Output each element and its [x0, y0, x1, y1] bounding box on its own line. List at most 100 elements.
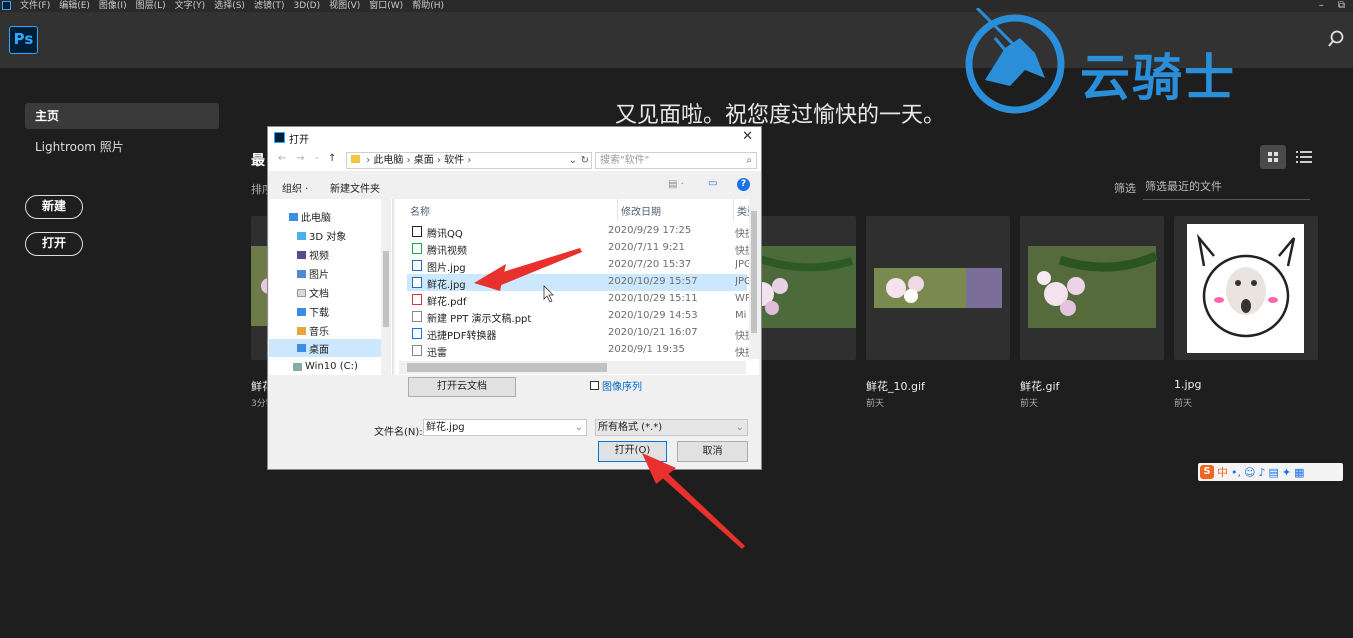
nav-item-music[interactable]: 音乐 — [297, 323, 329, 338]
new-folder-button[interactable]: 新建文件夹 — [330, 180, 380, 195]
search-icon[interactable] — [1327, 30, 1345, 48]
open-file-dialog: 打开 ✕ ← → ⌄ ↑ › 此电脑 › 桌面 › 软件 › ⌄ ↻ 搜索"软件… — [267, 126, 762, 470]
view-options-icon[interactable]: ▤ · — [668, 179, 684, 190]
breadcrumb-item[interactable]: 桌面 — [414, 155, 434, 166]
menu-item[interactable]: 编辑(E) — [59, 0, 90, 12]
refresh-icon[interactable]: ↻ — [581, 153, 589, 168]
menu-item[interactable]: 滤镜(T) — [254, 0, 285, 12]
help-icon[interactable]: ? — [737, 178, 750, 191]
skin-icon[interactable]: ✦ — [1282, 466, 1291, 479]
file-row[interactable]: 鲜花.pdf 2020/10/29 15:11 WP — [407, 291, 749, 308]
menu-item[interactable]: 图层(L) — [136, 0, 166, 12]
nav-item-downloads[interactable]: 下载 — [297, 304, 329, 319]
video-folder-icon — [297, 250, 306, 259]
dialog-cancel-button[interactable]: 取消 — [677, 441, 748, 462]
ime-mode-label[interactable]: 中 — [1217, 464, 1228, 480]
menu-item[interactable]: 图像(I) — [99, 0, 127, 12]
breadcrumb[interactable]: › 此电脑 › 桌面 › 软件 › ⌄ ↻ — [346, 152, 592, 169]
sidebar-item-lightroom[interactable]: Lightroom 照片 — [35, 138, 124, 155]
emoji-icon[interactable]: ☺ — [1244, 466, 1255, 479]
file-row[interactable]: 腾讯QQ 2020/9/29 17:25 快捷 — [407, 223, 749, 240]
up-arrow-icon[interactable]: ↑ — [328, 153, 336, 164]
close-icon[interactable]: ✕ — [742, 129, 753, 144]
filter-input[interactable]: 筛选最近的文件 — [1143, 177, 1310, 200]
chevron-down-icon[interactable]: ⌄ — [569, 153, 577, 168]
column-header-type[interactable]: 类型 — [737, 203, 749, 218]
thumb-name: 1.jpg — [1174, 378, 1202, 391]
file-scroll-thumb[interactable] — [751, 211, 757, 333]
ime-punct-icon[interactable]: •, — [1231, 466, 1241, 479]
drive-icon — [293, 362, 302, 371]
file-name: 迅雷 — [427, 348, 447, 359]
file-type: 快捷 — [735, 229, 749, 240]
menu-item[interactable]: 视图(V) — [329, 0, 360, 12]
organize-menu[interactable]: 组织 · — [282, 180, 308, 195]
menu-item[interactable]: 文字(Y) — [175, 0, 206, 12]
restore-button[interactable]: ⧉ — [1338, 0, 1345, 12]
nav-item-this-pc[interactable]: 此电脑 — [289, 209, 331, 224]
image-sequence-option[interactable]: 图像序列 — [590, 378, 642, 393]
menu-item[interactable]: 3D(D) — [293, 0, 320, 12]
keyboard-icon[interactable]: ▤ — [1269, 466, 1279, 479]
forward-arrow-icon[interactable]: → — [296, 153, 304, 164]
chevron-down-icon[interactable]: ⌄ — [575, 420, 583, 435]
nav-scrollbar[interactable] — [381, 199, 391, 375]
chevron-down-icon: ⌄ — [735, 422, 744, 433]
column-header-name[interactable]: 名称 — [410, 203, 430, 218]
sidebar-item-home[interactable]: 主页 — [25, 103, 219, 129]
history-chevron-icon[interactable]: ⌄ — [314, 153, 320, 161]
recent-file-thumb[interactable] — [1174, 216, 1318, 360]
nav-item-desktop[interactable]: 桌面 — [269, 339, 381, 357]
filename-label: 文件名(N): — [374, 427, 423, 438]
tools-icon[interactable]: ▦ — [1294, 466, 1304, 479]
column-header-date[interactable]: 修改日期 — [621, 203, 661, 218]
search-input[interactable]: 搜索"软件" ⌕ — [595, 152, 757, 169]
nav-item-3d-objects[interactable]: 3D 对象 — [297, 228, 346, 243]
nav-label: 音乐 — [309, 327, 329, 338]
open-cloud-docs-button[interactable]: 打开云文档 — [408, 377, 516, 397]
nav-scroll-thumb[interactable] — [383, 251, 389, 327]
open-button[interactable]: 打开 — [25, 232, 83, 256]
nav-item-documents[interactable]: 文档 — [297, 285, 329, 300]
image-sequence-checkbox[interactable] — [590, 381, 599, 390]
ime-toolbar[interactable]: S 中 •, ☺ ♪ ▤ ✦ ▦ — [1198, 463, 1343, 481]
file-row[interactable]: 鲜花.jpg 2020/10/29 15:57 JPG — [407, 274, 749, 291]
mic-icon[interactable]: ♪ — [1258, 466, 1265, 479]
breadcrumb-item[interactable]: 软件 — [444, 155, 464, 166]
ppt-file-icon — [412, 311, 422, 322]
breadcrumb-item[interactable]: 此电脑 — [373, 155, 403, 166]
horizontal-scroll-thumb[interactable] — [407, 363, 607, 372]
menu-item[interactable]: 文件(F) — [20, 0, 50, 12]
file-scrollbar[interactable] — [749, 199, 759, 359]
horizontal-scrollbar[interactable] — [399, 361, 746, 374]
dialog-open-button[interactable]: 打开(O) — [598, 441, 667, 462]
nav-item-videos[interactable]: 视频 — [297, 247, 329, 262]
file-date: 2020/9/29 17:25 — [608, 225, 692, 236]
menu-item[interactable]: 窗口(W) — [369, 0, 403, 12]
search-icon: ⌕ — [746, 155, 752, 166]
recent-file-thumb[interactable] — [866, 216, 1010, 360]
recent-file-thumb[interactable] — [1020, 216, 1164, 360]
preview-pane-icon[interactable]: ▭ — [708, 178, 717, 189]
menu-item[interactable]: 选择(S) — [214, 0, 245, 12]
documents-folder-icon — [297, 288, 306, 297]
filename-field[interactable]: 鲜花.jpg ⌄ — [423, 419, 587, 436]
file-row[interactable]: 腾讯视频 2020/7/11 9:21 快捷 — [407, 240, 749, 257]
file-date: 2020/7/20 15:37 — [608, 259, 692, 270]
nav-item-pictures[interactable]: 图片 — [297, 266, 329, 281]
file-row[interactable]: 图片.jpg 2020/7/20 15:37 JPG — [407, 257, 749, 274]
file-row[interactable]: 迅捷PDF转换器 2020/10/21 16:07 快捷 — [407, 325, 749, 342]
xunlei-icon — [412, 345, 422, 356]
menu-item[interactable]: 帮助(H) — [412, 0, 444, 12]
file-row[interactable]: 新建 PPT 演示文稿.ppt 2020/10/29 14:53 Mi — [407, 308, 747, 325]
list-view-icon[interactable] — [1296, 150, 1312, 164]
file-row[interactable]: 迅雷 2020/9/1 19:35 快捷 — [407, 342, 749, 359]
minimize-button[interactable]: – — [1319, 0, 1324, 12]
back-arrow-icon[interactable]: ← — [278, 153, 286, 164]
format-select[interactable]: 所有格式 (*.*) ⌄ — [595, 419, 748, 436]
nav-item-drive-c[interactable]: Win10 (C:) — [293, 361, 358, 372]
file-name: 鲜花.pdf — [427, 297, 467, 308]
file-date: 2020/9/1 19:35 — [608, 344, 685, 355]
new-button[interactable]: 新建 — [25, 195, 83, 219]
grid-view-icon[interactable] — [1260, 145, 1286, 169]
